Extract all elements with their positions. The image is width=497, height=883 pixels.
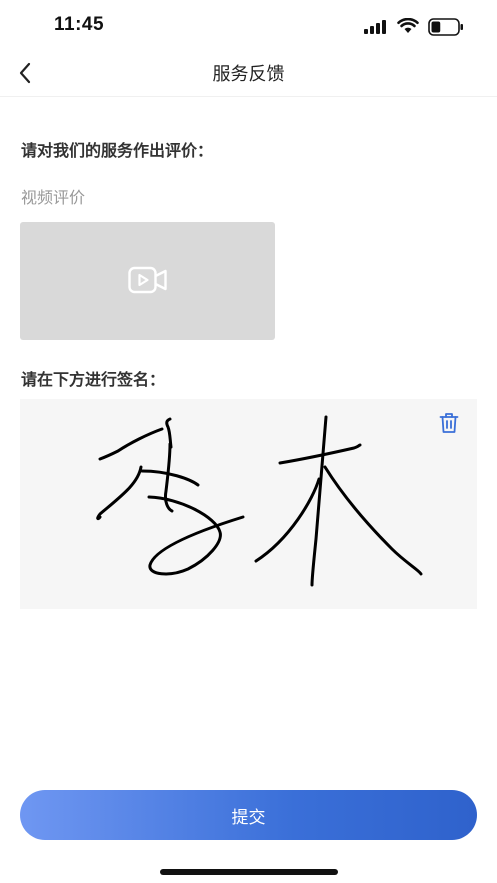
trash-icon[interactable] [439, 412, 459, 434]
evaluation-heading: 请对我们的服务作出评价： [21, 141, 214, 160]
status-bar: 11:45 [0, 0, 497, 54]
home-indicator [160, 869, 338, 875]
video-camera-icon [128, 266, 167, 294]
signature-pad[interactable] [20, 399, 477, 609]
signal-icon [364, 20, 386, 34]
page-title: 服务反馈 [212, 64, 285, 85]
signature-drawing [96, 415, 423, 587]
battery-icon [428, 18, 463, 36]
wifi-icon [397, 18, 419, 33]
submit-button[interactable]: 提交 [20, 790, 477, 840]
nav-bar: 服务反馈 [0, 54, 497, 97]
video-evaluation-label: 视频评价 [21, 188, 86, 207]
status-time: 11:45 [54, 14, 105, 35]
video-upload-box[interactable] [20, 222, 275, 340]
signature-heading: 请在下方进行签名： [21, 370, 166, 389]
